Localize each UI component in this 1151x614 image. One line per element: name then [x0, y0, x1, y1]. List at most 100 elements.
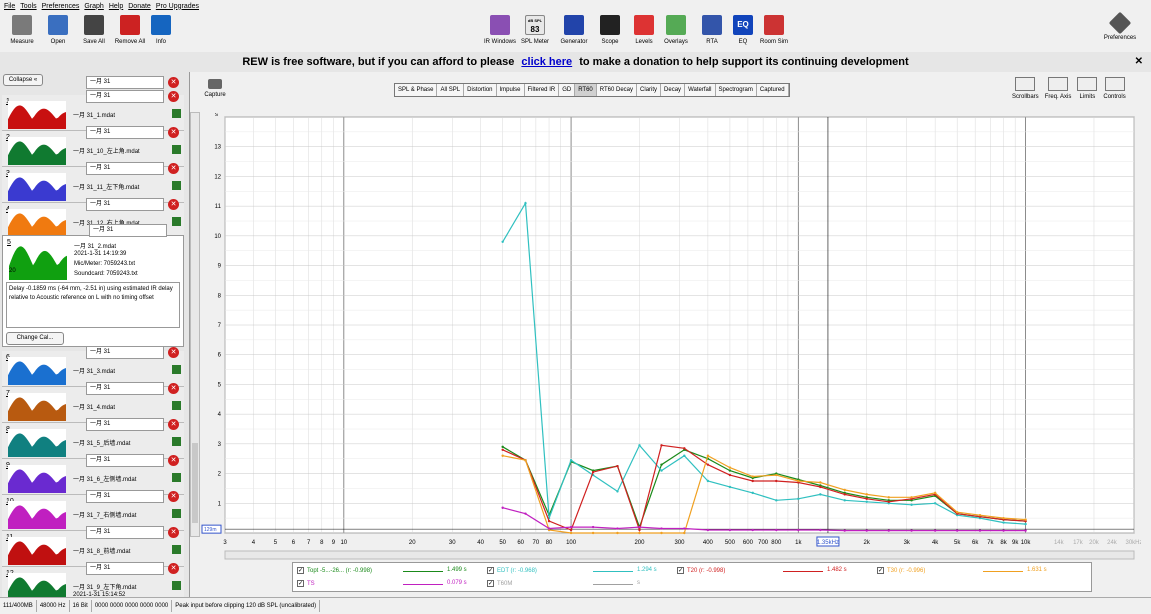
name-field[interactable]: 一月 31 — [86, 382, 164, 395]
menu-item-pro-upgrades[interactable]: Pro Upgrades — [156, 3, 199, 10]
checkbox[interactable]: ✓ — [297, 567, 304, 574]
measurement-file: 一月 31_5_后墙.mdat — [73, 441, 131, 447]
capture-button[interactable]: Capture — [203, 79, 227, 98]
eq-settings-icon[interactable] — [172, 581, 181, 590]
remove-icon[interactable]: ✕ — [168, 491, 179, 502]
measurements-panel: Collapse « 一月 31 ✕ 1一月 31_1.mdat一月 31✕2一… — [0, 72, 190, 597]
remove-icon[interactable]: ✕ — [168, 527, 179, 538]
eq-settings-icon[interactable] — [172, 545, 181, 554]
name-field[interactable]: 一月 31 — [86, 346, 164, 359]
tab-rt60-decay[interactable]: RT60 Decay — [597, 84, 638, 96]
name-field[interactable]: 一月 31 — [86, 526, 164, 539]
eq-settings-icon[interactable] — [172, 145, 181, 154]
measure-button[interactable]: Measure — [4, 15, 40, 45]
measurement-row[interactable]: 12一月 31_9_左下角.mdat一月 31✕2021-1-31 15:14:… — [2, 562, 184, 597]
name-field[interactable]: 一月 31 — [86, 562, 164, 575]
checkbox[interactable]: ✓ — [487, 580, 494, 587]
tab-clarity[interactable]: Clarity — [637, 84, 662, 96]
data-point — [775, 473, 778, 477]
limits-button[interactable]: Limits — [1077, 77, 1098, 100]
tab-rt60[interactable]: RT60 — [575, 84, 597, 96]
scope-button[interactable]: Scope — [592, 15, 628, 45]
overlays-button[interactable]: Overlays — [658, 15, 694, 45]
tab-all-spl[interactable]: All SPL — [437, 84, 465, 96]
rt60-graph[interactable]: 12345678910111213s129m3 4 5 6 7 8 9 10 20 30 40 50 6… — [200, 113, 1141, 560]
controls-button[interactable]: Controls — [1103, 77, 1126, 100]
tab-impulse[interactable]: Impulse — [497, 84, 525, 96]
close-icon[interactable]: ✕ — [1135, 52, 1143, 72]
tab-spectrogram[interactable]: Spectrogram — [716, 84, 757, 96]
collapse-button[interactable]: Collapse « — [3, 74, 43, 86]
eq-settings-icon[interactable] — [172, 437, 181, 446]
notes-field[interactable]: Delay -0.1859 ms (-64 mm, -2.51 in) usin… — [6, 282, 180, 328]
freq-axis-button[interactable]: Freq. Axis — [1045, 77, 1071, 100]
menu-item-file[interactable]: File — [4, 3, 15, 10]
menu-item-tools[interactable]: Tools — [20, 3, 36, 10]
graph-scrollbar[interactable] — [224, 550, 1135, 560]
checkbox[interactable]: ✓ — [297, 580, 304, 587]
menu-item-help[interactable]: Help — [109, 3, 123, 10]
menu-item-graph[interactable]: Graph — [84, 3, 103, 10]
tab-decay[interactable]: Decay — [661, 84, 686, 96]
checkbox[interactable]: ✓ — [877, 567, 884, 574]
tab-filtered-ir[interactable]: Filtered IR — [525, 84, 560, 96]
preferences-button[interactable]: Preferences — [1102, 11, 1138, 41]
info-button[interactable]: Info — [143, 15, 179, 45]
remove-icon[interactable]: ✕ — [168, 127, 179, 138]
donate-link[interactable]: click here — [521, 56, 572, 68]
room-sim-button[interactable]: Room Sim — [756, 15, 792, 45]
remove-icon[interactable]: ✕ — [168, 77, 179, 88]
remove-icon[interactable]: ✕ — [168, 163, 179, 174]
checkbox[interactable]: ✓ — [487, 567, 494, 574]
remove-icon[interactable]: ✕ — [168, 347, 179, 358]
remove-icon[interactable]: ✕ — [168, 419, 179, 430]
scrollbars-button[interactable]: Scrollbars — [1012, 77, 1039, 100]
name-field[interactable]: 一月 31 — [86, 90, 164, 103]
menu-item-preferences[interactable]: Preferences — [42, 3, 80, 10]
save-all-button[interactable]: Save All — [76, 15, 112, 45]
remove-icon[interactable]: ✕ — [168, 199, 179, 210]
eq-settings-icon[interactable] — [172, 365, 181, 374]
change-cal-button[interactable]: Change Cal... — [6, 332, 64, 345]
name-field[interactable]: 一月 31 — [86, 454, 164, 467]
eq-settings-icon[interactable] — [172, 509, 181, 518]
legend-entry[interactable]: ✓ EDT (r: -0.968) — [487, 567, 537, 574]
legend-entry[interactable]: ✓ T20 (r: -0.998) — [677, 567, 725, 574]
remove-icon[interactable]: ✕ — [168, 383, 179, 394]
tab-spl-phase[interactable]: SPL & Phase — [395, 84, 438, 96]
legend-entry[interactable]: ✓ T60M — [487, 580, 512, 587]
tab-gd[interactable]: GD — [559, 84, 576, 96]
tab-distortion[interactable]: Distortion — [464, 84, 497, 96]
x-tick-label: 800 — [771, 540, 782, 546]
ir-windows-button[interactable]: IR Windows — [482, 15, 518, 45]
legend-entry[interactable]: ✓ T30 (r: -0.996) — [877, 567, 925, 574]
scrollbar-thumb[interactable] — [192, 443, 198, 523]
name-field[interactable]: 一月 31 — [86, 126, 164, 139]
data-point — [865, 529, 868, 532]
eq-settings-icon[interactable] — [172, 401, 181, 410]
levels-button[interactable]: Levels — [626, 15, 662, 45]
menu-item-donate[interactable]: Donate — [128, 3, 151, 10]
tab-captured[interactable]: Captured — [757, 84, 789, 96]
name-field[interactable]: 一月 31 — [86, 490, 164, 503]
legend-entry[interactable]: ✓ Topt -5...-26... (r: -0.998) — [297, 567, 372, 574]
eq-settings-icon[interactable] — [172, 109, 181, 118]
name-field[interactable]: 一月 31 — [86, 76, 164, 89]
measurements-scrollbar[interactable] — [190, 112, 200, 537]
open-button[interactable]: Open — [40, 15, 76, 45]
eq-settings-icon[interactable] — [172, 473, 181, 482]
checkbox[interactable]: ✓ — [677, 567, 684, 574]
remove-icon[interactable]: ✕ — [168, 455, 179, 466]
eq-settings-icon[interactable] — [172, 181, 181, 190]
remove-icon[interactable]: ✕ — [168, 563, 179, 574]
legend-entry[interactable]: ✓ TS — [297, 580, 315, 587]
name-field[interactable]: 一月 31 — [86, 198, 164, 211]
eq-settings-icon[interactable] — [172, 217, 181, 226]
name-field[interactable]: 一月 31 — [86, 162, 164, 175]
spl-meter-button[interactable]: dB SPL 83 SPL Meter — [517, 15, 553, 45]
name-field[interactable]: 一月 31 — [86, 418, 164, 431]
name-field[interactable]: 一月 31 — [89, 224, 167, 237]
tab-waterfall[interactable]: Waterfall — [685, 84, 716, 96]
remove-icon[interactable]: ✕ — [168, 91, 179, 102]
generator-button[interactable]: Generator — [556, 15, 592, 45]
